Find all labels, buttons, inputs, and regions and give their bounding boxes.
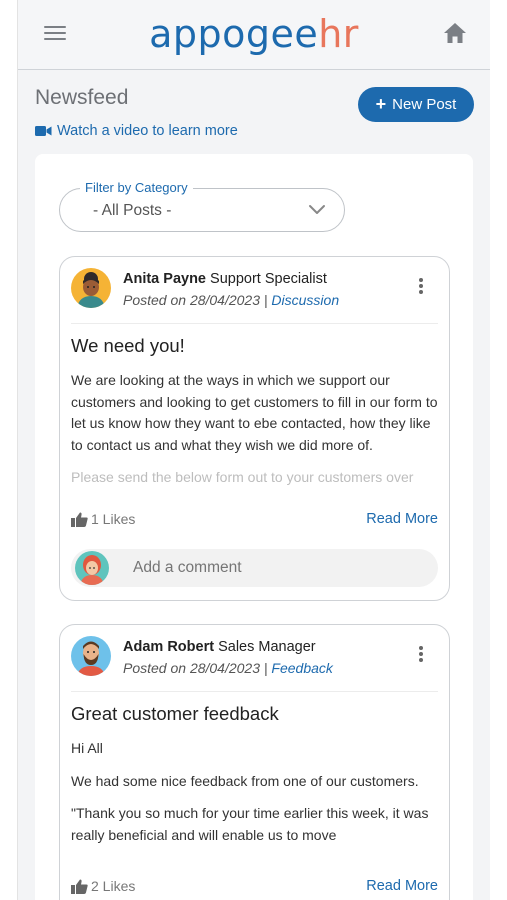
author-avatar[interactable] bbox=[71, 636, 111, 676]
post-paragraph: Hi All bbox=[71, 740, 103, 756]
read-more-link[interactable]: Read More bbox=[366, 511, 438, 527]
app-logo: appogeehr bbox=[18, 12, 490, 56]
more-options-icon[interactable] bbox=[417, 645, 425, 663]
like-button[interactable]: 2 Likes bbox=[71, 878, 135, 894]
post-divider bbox=[71, 323, 438, 324]
thumbs-up-icon bbox=[71, 512, 88, 527]
logo-text-primary: appogee bbox=[149, 12, 319, 56]
posted-info: Posted on 28/04/2023 | Feedback bbox=[123, 660, 333, 676]
newsfeed-panel: Filter by Category - All Posts - Anita P… bbox=[35, 154, 473, 900]
category-filter-select[interactable]: Filter by Category - All Posts - bbox=[59, 180, 345, 232]
thumbs-up-icon bbox=[71, 879, 88, 894]
post-paragraph: "Thank you so much for your time earlier… bbox=[71, 803, 439, 846]
watch-video-link[interactable]: Watch a video to learn more bbox=[35, 123, 238, 139]
current-user-avatar bbox=[75, 551, 109, 585]
post-title: Great customer feedback bbox=[71, 703, 279, 724]
likes-count: 2 Likes bbox=[91, 878, 136, 894]
comment-input[interactable] bbox=[133, 559, 413, 577]
top-bar: appogeehr bbox=[18, 0, 490, 70]
post-paragraph-faded: Please send the below form out to your c… bbox=[71, 469, 414, 485]
watch-video-label: Watch a video to learn more bbox=[57, 123, 238, 139]
home-icon[interactable] bbox=[442, 20, 468, 46]
author-name[interactable]: Anita Payne bbox=[123, 271, 206, 287]
post-paragraph: We are looking at the ways in which we s… bbox=[71, 372, 438, 453]
page-title: Newsfeed bbox=[35, 86, 129, 109]
like-button[interactable]: 1 Likes bbox=[71, 511, 135, 527]
category-link[interactable]: Discussion bbox=[271, 292, 339, 308]
post-body: Hi All We had some nice feedback from on… bbox=[71, 738, 439, 846]
post-body: We are looking at the ways in which we s… bbox=[71, 370, 439, 500]
filter-label: Filter by Category bbox=[80, 180, 193, 195]
author-role: Support Specialist bbox=[210, 271, 327, 287]
new-post-label: New Post bbox=[392, 96, 457, 113]
chevron-down-icon bbox=[309, 205, 325, 214]
post-card: Anita Payne Support Specialist Posted on… bbox=[59, 256, 450, 601]
more-options-icon[interactable] bbox=[417, 277, 425, 295]
post-card: Adam Robert Sales Manager Posted on 28/0… bbox=[59, 624, 450, 900]
author-avatar[interactable] bbox=[71, 268, 111, 308]
left-frame-edge bbox=[0, 0, 18, 900]
author-line: Anita Payne Support Specialist bbox=[123, 271, 327, 287]
post-paragraph: We had some nice feedback from one of ou… bbox=[71, 772, 419, 789]
posted-info: Posted on 28/04/2023 | Discussion bbox=[123, 292, 339, 308]
comment-box bbox=[71, 549, 438, 587]
author-line: Adam Robert Sales Manager bbox=[123, 639, 316, 655]
category-link[interactable]: Feedback bbox=[271, 660, 332, 676]
post-title: We need you! bbox=[71, 335, 185, 356]
logo-text-accent: hr bbox=[318, 12, 359, 56]
posted-date: Posted on 28/04/2023 | bbox=[123, 292, 272, 308]
post-quote-text: "Thank you so much for your time earlier… bbox=[71, 805, 429, 843]
app-screen: appogeehr Newsfeed + New Post Watch a vi… bbox=[18, 0, 490, 900]
author-name[interactable]: Adam Robert bbox=[123, 639, 214, 655]
video-camera-icon bbox=[35, 126, 52, 136]
plus-icon: + bbox=[375, 94, 387, 114]
posted-date: Posted on 28/04/2023 | bbox=[123, 660, 272, 676]
read-more-link[interactable]: Read More bbox=[366, 878, 438, 894]
right-frame-edge bbox=[489, 0, 507, 900]
filter-value: - All Posts - bbox=[93, 202, 172, 219]
author-role: Sales Manager bbox=[218, 639, 316, 655]
post-divider bbox=[71, 691, 438, 692]
new-post-button[interactable]: + New Post bbox=[358, 87, 474, 122]
likes-count: 1 Likes bbox=[91, 511, 136, 527]
